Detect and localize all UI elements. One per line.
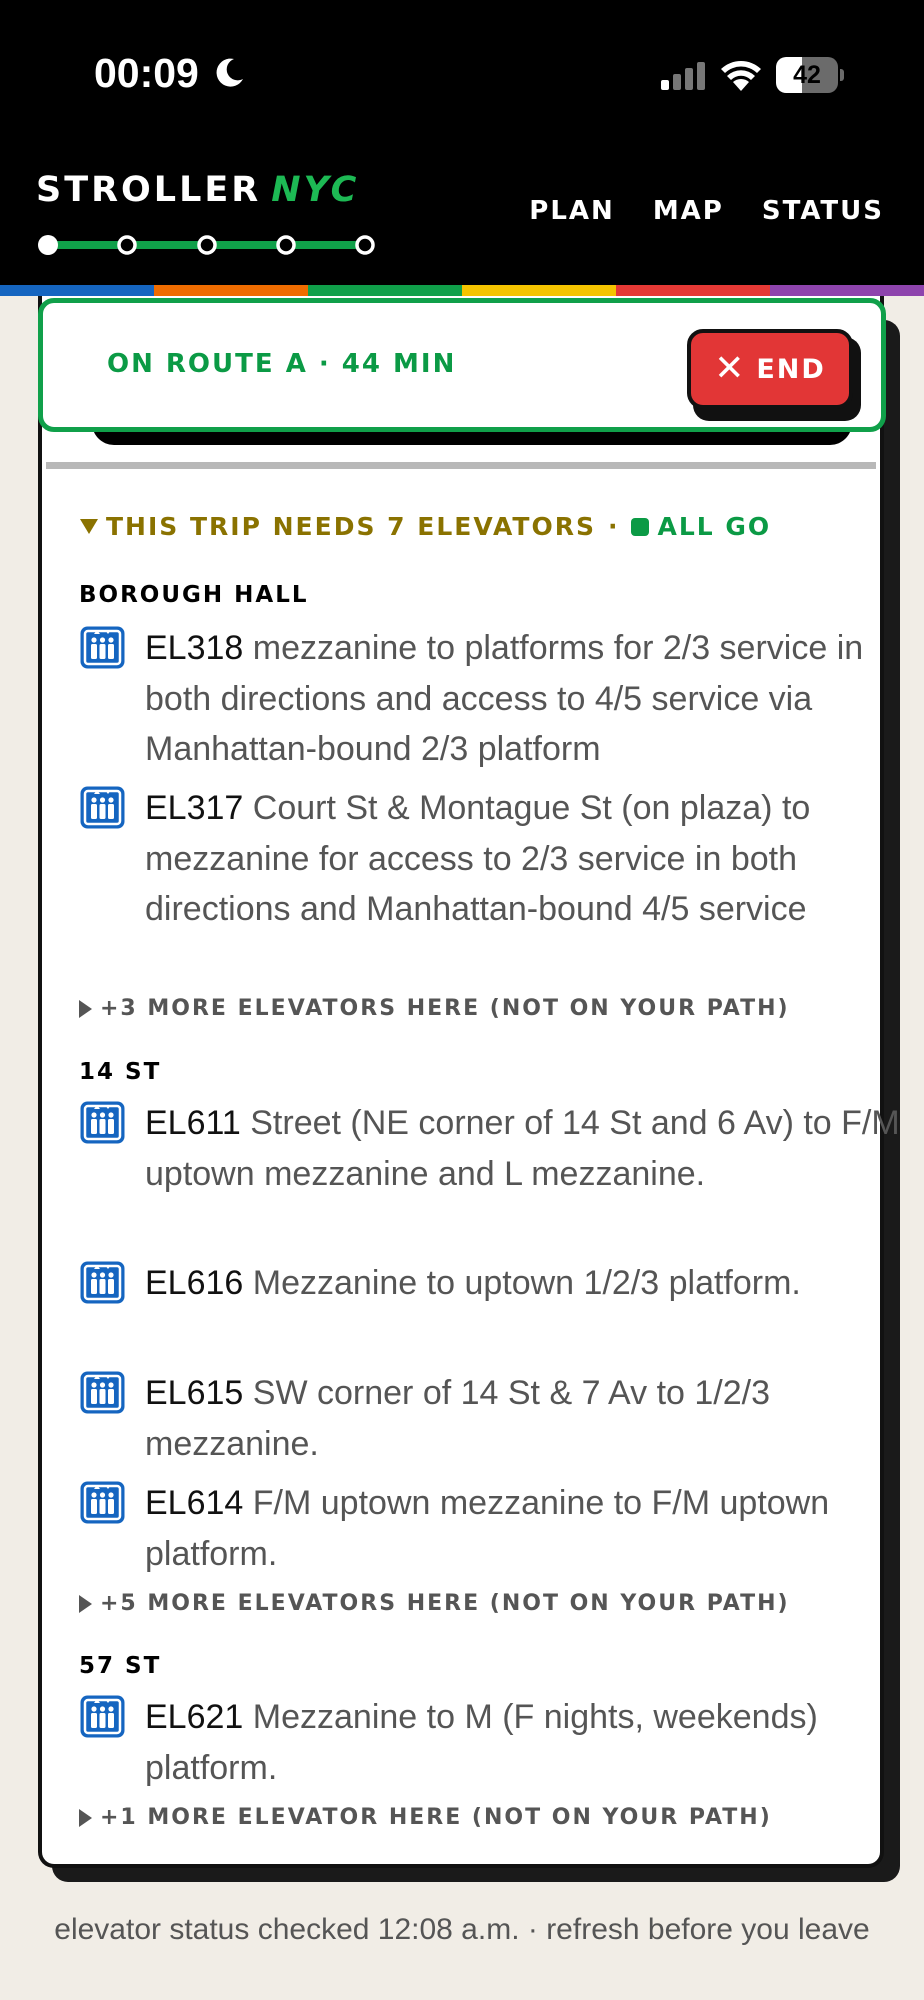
elevator-icon <box>80 1101 125 1144</box>
battery-icon: 42 <box>776 57 844 93</box>
station-name: BOROUGH HALL <box>79 582 309 608</box>
end-trip-button[interactable]: ✕ END <box>687 329 853 409</box>
app-header: STROLLER NYC PLAN MAP STATUS <box>0 150 924 285</box>
wifi-icon <box>721 61 761 91</box>
main-nav: PLAN MAP STATUS <box>529 196 884 226</box>
elevator-status-badge: ALL GO <box>657 512 772 541</box>
divider <box>46 462 876 469</box>
more-elevators-toggle[interactable]: +1 MORE ELEVATOR HERE (NOT ON YOUR PATH) <box>79 1805 772 1830</box>
subway-line-logo-graphic <box>38 235 375 255</box>
more-elevators-label: +3 MORE ELEVATORS HERE (NOT ON YOUR PATH… <box>100 996 790 1021</box>
more-elevators-toggle[interactable]: +5 MORE ELEVATORS HERE (NOT ON YOUR PATH… <box>79 1591 790 1616</box>
elevator-description: F/M uptown mezzanine to F/M uptown platf… <box>145 1484 830 1573</box>
clock: 00:09 <box>94 50 199 96</box>
summary-separator: · <box>607 512 620 541</box>
disclosure-triangle-icon <box>79 999 92 1018</box>
elevator-code: EL611 <box>145 1104 241 1142</box>
status-checked-note: elevator status checked 12:08 a.m. · ref… <box>54 1913 870 1946</box>
elevator-code: EL615 <box>145 1374 244 1412</box>
elevator-code: EL614 <box>145 1484 244 1522</box>
elevator-icon <box>80 1695 125 1738</box>
disclosure-triangle-icon <box>79 1808 92 1827</box>
logo-accent-text: NYC <box>271 170 360 210</box>
elevator-summary-toggle[interactable]: THIS TRIP NEEDS 7 ELEVATORS · ALL GO <box>80 512 771 541</box>
logo-main-text: STROLLER <box>36 170 262 210</box>
logo[interactable]: STROLLER NYC <box>36 170 359 210</box>
elevator-icon <box>80 786 125 829</box>
elevator-code: EL318 <box>145 629 244 667</box>
end-button-label: END <box>756 353 826 385</box>
elevator-description: Court St & Montague St (on plaza) to mez… <box>145 789 811 928</box>
elevator-description: Mezzanine to M (F nights, weekends) plat… <box>145 1698 818 1787</box>
close-icon: ✕ <box>714 348 747 389</box>
elevator-description: Street (NE corner of 14 St and 6 Av) to … <box>145 1104 900 1193</box>
elevator-icon <box>80 626 125 669</box>
route-status-text: ON ROUTE A · 44 MIN <box>107 349 457 379</box>
more-elevators-label: +5 MORE ELEVATORS HERE (NOT ON YOUR PATH… <box>100 1591 790 1616</box>
nav-plan[interactable]: PLAN <box>529 196 615 226</box>
status-bar: 00:09 42 <box>0 0 924 150</box>
elevator-icon <box>80 1481 125 1524</box>
moon-icon <box>216 58 243 87</box>
elevator-code: EL621 <box>145 1698 244 1736</box>
status-square-icon <box>631 517 650 536</box>
elevator-summary-text: THIS TRIP NEEDS 7 ELEVATORS <box>106 512 596 541</box>
elevator-code: EL616 <box>145 1264 244 1302</box>
nav-map[interactable]: MAP <box>653 196 724 226</box>
elevator-description: mezzanine to platforms for 2/3 service i… <box>145 629 864 768</box>
station-name: 57 ST <box>79 1653 162 1679</box>
elevator-icon <box>80 1371 125 1414</box>
more-elevators-label: +1 MORE ELEVATOR HERE (NOT ON YOUR PATH) <box>100 1805 772 1830</box>
route-banner: ON ROUTE A · 44 MIN ✕ END <box>38 298 886 432</box>
station-name: 14 ST <box>79 1059 162 1085</box>
elevator-description: Mezzanine to uptown 1/2/3 platform. <box>252 1264 801 1302</box>
color-stripe-divider <box>0 285 924 296</box>
battery-level: 42 <box>793 61 821 89</box>
cellular-signal-icon <box>661 62 705 90</box>
more-elevators-toggle[interactable]: +3 MORE ELEVATORS HERE (NOT ON YOUR PATH… <box>79 996 790 1021</box>
disclosure-triangle-icon <box>80 519 98 534</box>
disclosure-triangle-icon <box>79 1594 92 1613</box>
nav-status[interactable]: STATUS <box>762 196 884 226</box>
elevator-code: EL317 <box>145 789 244 827</box>
elevator-icon <box>80 1261 125 1304</box>
